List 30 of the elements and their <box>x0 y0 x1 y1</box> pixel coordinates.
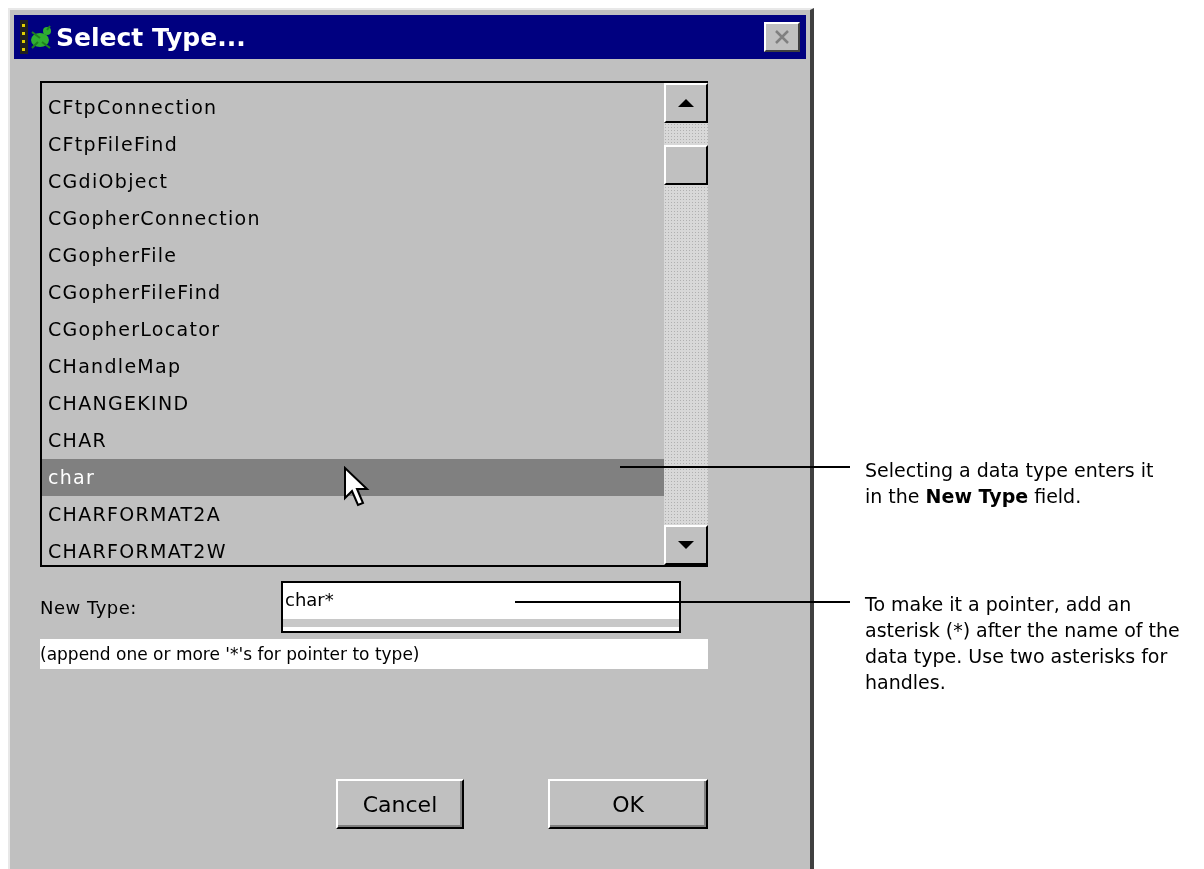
list-item[interactable]: CGopherLocator <box>42 311 664 348</box>
close-button[interactable] <box>764 22 800 52</box>
list-item[interactable]: CGdiObject <box>42 163 664 200</box>
dialog-button[interactable]: Cancel <box>336 779 464 829</box>
list-item[interactable]: CFtpFileFind <box>42 126 664 163</box>
scrollbar[interactable] <box>664 83 708 565</box>
field-label: New Type: <box>40 596 138 618</box>
list-item[interactable]: char <box>42 459 664 496</box>
scroll-up-button[interactable] <box>664 83 708 123</box>
up-arrow-icon <box>677 98 695 108</box>
list-item[interactable]: CGopherFile <box>42 237 664 274</box>
window-title: Select Type... <box>56 22 247 52</box>
hint-text: (append one or more '*'s for pointer to type) <box>40 639 708 669</box>
list-item[interactable]: CFtpConnection <box>42 89 664 126</box>
scroll-thumb[interactable] <box>664 145 708 185</box>
new-type-field[interactable]: char* <box>281 581 681 633</box>
list-item[interactable]: CHARFORMAT2A <box>42 496 664 533</box>
callout-text: Selecting a data type enters it in the New Type field. <box>865 458 1155 509</box>
list-item[interactable]: CGopherFileFind <box>42 274 664 311</box>
list-item[interactable]: CGopherConnection <box>42 200 664 237</box>
list-item[interactable]: CHAR <box>42 422 664 459</box>
list-item[interactable]: CHARFORMAT2W <box>42 533 664 570</box>
bug-icon <box>20 20 54 54</box>
dialog-button[interactable]: OK <box>548 779 708 829</box>
list-item[interactable]: CHANGEKIND <box>42 385 664 422</box>
close-icon <box>773 29 791 45</box>
list-item[interactable]: CHandleMap <box>42 348 664 385</box>
down-arrow-icon <box>677 540 695 550</box>
callout-text: To make it a pointer, add an asterisk (*) after the name of the data type. Use two asterisks for handles. <box>865 592 1181 695</box>
scroll-down-button[interactable] <box>664 525 708 565</box>
